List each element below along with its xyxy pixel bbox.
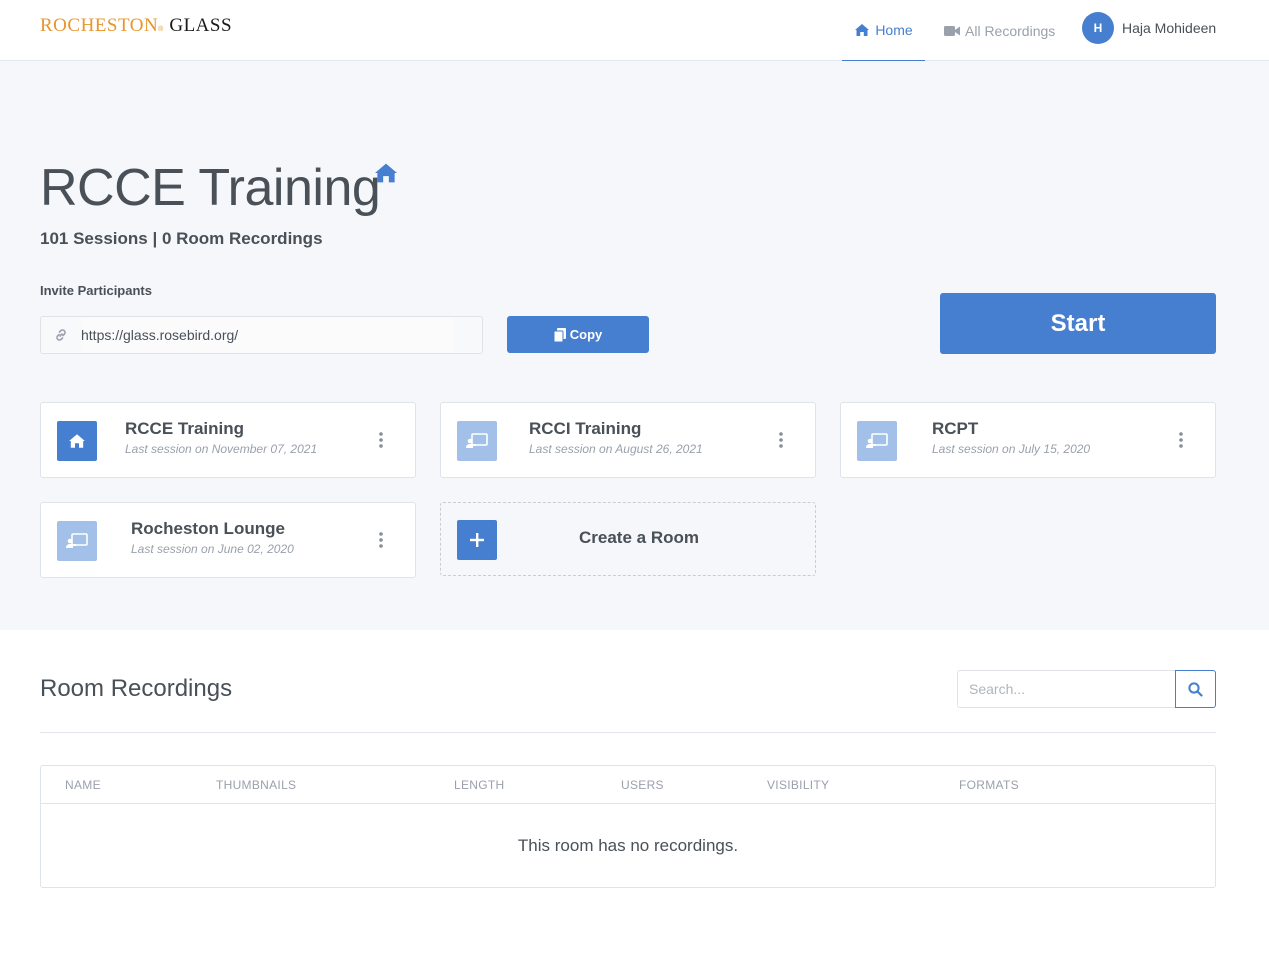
column-header-length[interactable]: LENGTH	[454, 778, 504, 792]
room-card-rcpt[interactable]: RCPT Last session on July 15, 2020	[840, 402, 1216, 478]
room-card-rocheston-lounge[interactable]: Rocheston Lounge Last session on June 02…	[40, 502, 416, 578]
invite-url-input[interactable]	[81, 318, 453, 352]
section-divider	[40, 732, 1216, 733]
column-header-visibility[interactable]: VISIBILITY	[767, 778, 829, 792]
room-card-last-session: Last session on November 07, 2021	[125, 442, 318, 456]
search-button[interactable]	[1175, 670, 1216, 708]
room-card-rcce-training[interactable]: RCCE Training Last session on November 0…	[40, 402, 416, 478]
invite-url-field	[40, 316, 483, 354]
create-room-label: Create a Room	[579, 528, 699, 547]
copy-button[interactable]: Copy	[507, 316, 649, 353]
copy-icon	[553, 327, 566, 342]
video-camera-icon	[944, 25, 960, 36]
home-icon	[69, 434, 85, 448]
home-room-icon	[375, 163, 397, 183]
logo-registered-mark: ®	[158, 26, 164, 33]
room-recordings-title: Room Recordings	[40, 675, 233, 702]
room-stats: 101 Sessions | 0 Room Recordings	[40, 229, 323, 248]
more-options-icon[interactable]	[375, 532, 387, 550]
search-input[interactable]	[957, 670, 1175, 708]
more-options-icon[interactable]	[1175, 432, 1187, 450]
avatar: H	[1082, 12, 1114, 44]
recordings-table: NAME THUMBNAILS LENGTH USERS VISIBILITY …	[40, 765, 1216, 888]
copy-button-label: Copy	[569, 327, 603, 342]
plus-icon	[457, 520, 497, 560]
nav-home-label: Home	[875, 22, 913, 38]
more-options-icon[interactable]	[775, 432, 787, 450]
nav-all-recordings[interactable]: All Recordings	[944, 0, 1055, 61]
room-card-name: RCCI Training	[529, 419, 642, 438]
invite-participants-label: Invite Participants	[40, 283, 152, 298]
page-title: RCCE Training	[40, 159, 381, 217]
rocheston-glass-logo[interactable]: ROCHESTON ® GLASS	[40, 15, 232, 41]
room-card-icon	[457, 421, 497, 461]
user-menu[interactable]: H Haja Mohideen	[1082, 12, 1216, 44]
table-header-row: NAME THUMBNAILS LENGTH USERS VISIBILITY …	[41, 766, 1215, 804]
column-header-users[interactable]: USERS	[621, 778, 664, 792]
column-header-thumbnails: THUMBNAILS	[216, 778, 297, 792]
more-options-icon[interactable]	[375, 432, 387, 450]
top-navbar: ROCHESTON ® GLASS Home All Recordings H …	[0, 0, 1269, 61]
column-header-formats: FORMATS	[959, 778, 1019, 792]
room-card-icon	[857, 421, 897, 461]
room-card-name: RCCE Training	[125, 419, 245, 438]
column-header-name[interactable]: NAME	[65, 778, 101, 792]
room-card-last-session: Last session on August 26, 2021	[529, 442, 703, 456]
room-card-name: Rocheston Lounge	[131, 519, 285, 538]
search-icon	[1188, 681, 1203, 697]
room-card-rcci-training[interactable]: RCCI Training Last session on August 26,…	[440, 402, 816, 478]
empty-recordings-message: This room has no recordings.	[517, 836, 739, 855]
recordings-search	[957, 670, 1216, 708]
room-card-last-session: Last session on July 15, 2020	[932, 442, 1091, 456]
home-icon	[855, 24, 870, 36]
room-card-icon	[57, 521, 97, 561]
nav-all-recordings-label: All Recordings	[965, 22, 1056, 39]
link-icon	[41, 328, 81, 342]
logo-text-glass: GLASS	[169, 15, 233, 36]
logo-text-rocheston: ROCHESTON	[40, 15, 159, 36]
create-room-button[interactable]: Create a Room	[440, 502, 816, 576]
presentation-icon	[466, 433, 488, 448]
room-card-icon	[57, 421, 97, 461]
presentation-icon	[66, 533, 88, 548]
start-button[interactable]: Start	[940, 293, 1216, 354]
room-card-last-session: Last session on June 02, 2020	[131, 542, 294, 556]
nav-home[interactable]: Home	[842, 0, 925, 61]
presentation-icon	[866, 433, 888, 448]
room-card-name: RCPT	[932, 419, 979, 438]
user-name: Haja Mohideen	[1122, 20, 1217, 36]
